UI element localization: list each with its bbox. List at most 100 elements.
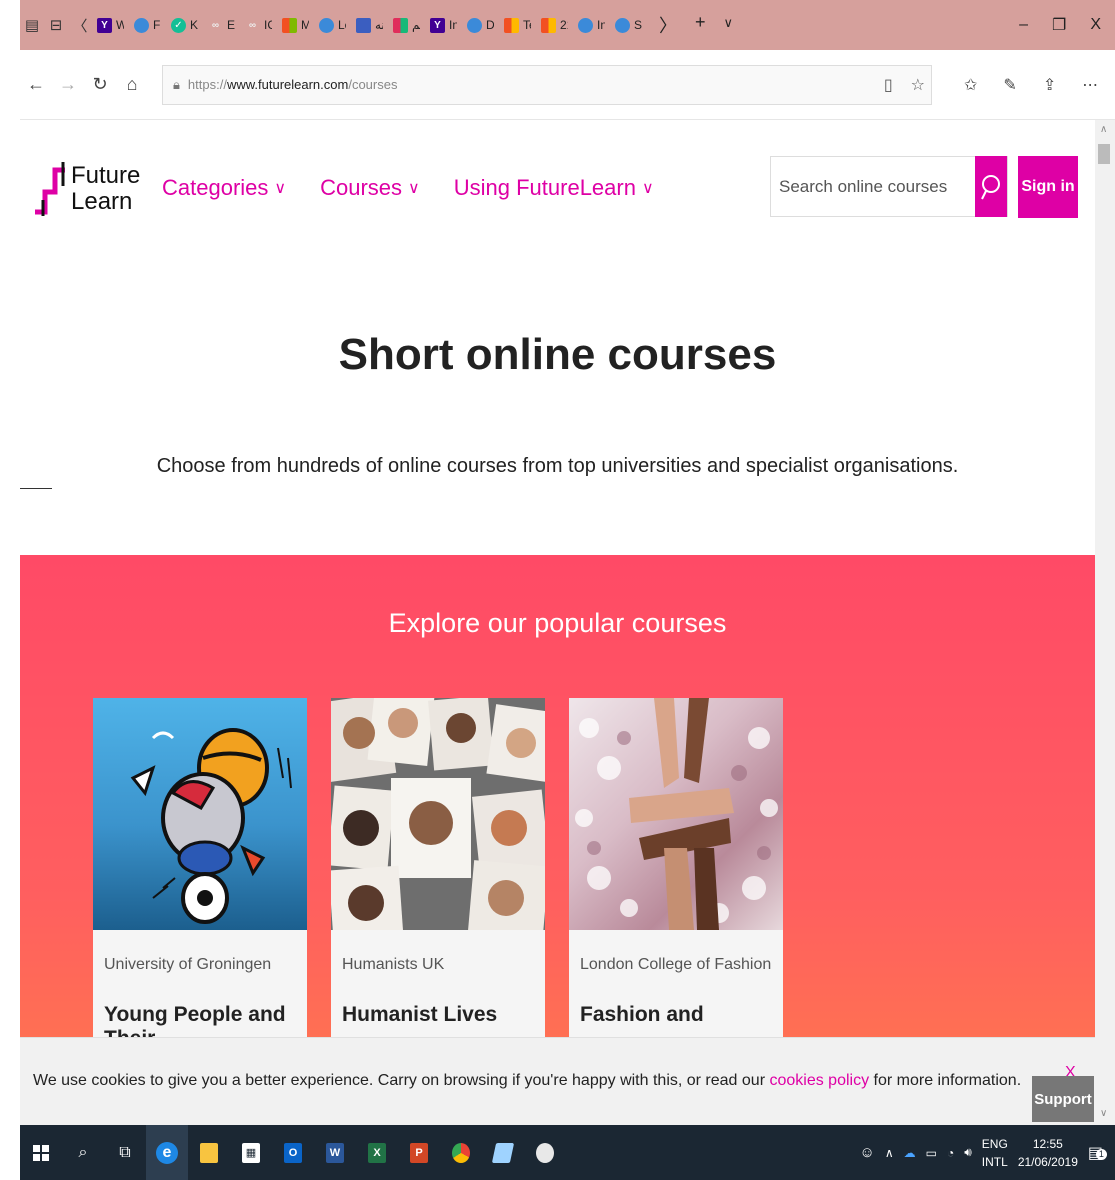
minimize-icon[interactable]: – <box>1019 16 1028 34</box>
address-bar: ← → ↻ ⌂ 🔒︎ https://www.futurelearn.com/c… <box>20 50 1115 120</box>
file-explorer-icon[interactable] <box>188 1125 230 1180</box>
show-hidden-icons-icon[interactable]: ∧ <box>885 1146 894 1160</box>
cookies-policy-link[interactable]: cookies policy <box>769 1072 869 1089</box>
reading-view-icon[interactable]: ▯ <box>884 75 893 95</box>
sign-in-button[interactable]: Sign in <box>1018 156 1078 218</box>
browser-tab[interactable]: Free <box>129 0 166 50</box>
excel-icon[interactable]: X <box>356 1125 398 1180</box>
volume-icon[interactable]: 🔊︎ <box>964 1145 972 1160</box>
favorite-star-icon[interactable]: ☆ <box>911 75 925 95</box>
logo-text: Future Learn <box>71 163 140 215</box>
main-nav: Categories ∨ Courses ∨ Using FutureLearn ∨ <box>162 175 654 201</box>
globe-icon <box>578 17 593 33</box>
forward-icon[interactable]: → <box>52 74 84 95</box>
favorites-hub-icon[interactable]: ✩ <box>964 75 977 95</box>
scroll-tabs-left-icon[interactable]: 〈 <box>68 15 92 36</box>
search-input[interactable] <box>771 157 976 216</box>
tab-manager-icon[interactable]: ▤ <box>20 16 44 34</box>
nav-courses[interactable]: Courses ∨ <box>320 175 420 201</box>
scroll-tabs-right-icon[interactable]: 〉 <box>659 12 677 38</box>
windows-start-icon[interactable] <box>20 1125 62 1180</box>
clock-time: 12:55 <box>1032 1136 1063 1151</box>
screen: ▤ ⊟ 〈 YWel Free ✓Kha ∞Edu ∞ICT Mic Lear … <box>0 0 1115 1180</box>
section-heading: Explore our popular courses <box>388 608 727 638</box>
scroll-down-icon[interactable]: ∨ <box>1100 1108 1107 1119</box>
support-button[interactable]: Support <box>1032 1076 1094 1122</box>
browser-tab[interactable]: 21st <box>536 0 573 50</box>
close-window-icon[interactable]: X <box>1090 16 1101 34</box>
notepad-icon[interactable] <box>482 1125 524 1180</box>
browser-tab[interactable]: منه <box>351 0 388 50</box>
clock[interactable]: 12:55 21/06/2019 <box>1018 1135 1078 1171</box>
browser-tab[interactable]: YIntr <box>425 0 462 50</box>
browser-tab[interactable]: Sum <box>610 0 647 50</box>
browser-tab[interactable]: YWel <box>92 0 129 50</box>
store-icon[interactable]: ▦ <box>230 1125 272 1180</box>
nav-label: Courses <box>320 175 403 200</box>
globe-icon <box>467 17 482 33</box>
web-page: Future Learn Categories ∨ Courses ∨ Using … <box>20 120 1095 1125</box>
notifications-icon[interactable]: ▤1 <box>1088 1143 1107 1163</box>
task-view-icon[interactable]: ⧉ <box>104 1125 146 1180</box>
browser-tab[interactable]: ∞Edu <box>203 0 240 50</box>
nav-categories[interactable]: Categories ∨ <box>162 175 286 201</box>
nav-using-futurelearn[interactable]: Using FutureLearn ∨ <box>454 175 654 201</box>
page-scrollbar[interactable]: ∧ ∨ <box>1095 120 1115 1125</box>
url-field[interactable]: 🔒︎ https://www.futurelearn.com/courses ▯… <box>162 64 932 105</box>
search-icon[interactable]: ⌕ <box>62 1125 104 1180</box>
word-icon[interactable]: W <box>314 1125 356 1180</box>
browser-tab[interactable]: Inclu <box>573 0 610 50</box>
infinity-icon: ∞ <box>248 19 257 31</box>
url-host: www.futurelearn.com <box>226 77 349 92</box>
nav-label: Using FutureLearn <box>453 175 636 200</box>
edge-icon[interactable]: e <box>146 1125 188 1180</box>
course-provider: University of Groningen <box>104 956 272 973</box>
browser-tab[interactable]: Lear <box>314 0 351 50</box>
chrome-icon[interactable] <box>440 1125 482 1180</box>
powerpoint-icon[interactable]: P <box>398 1125 440 1180</box>
course-title: Fashion and <box>580 1003 704 1026</box>
course-image <box>331 698 545 930</box>
cookie-banner: We use cookies to give you a better expe… <box>20 1037 1095 1125</box>
browser-tab[interactable]: ✓Kha <box>166 0 203 50</box>
browser-tab[interactable]: Teac <box>499 0 536 50</box>
microsoft-icon <box>504 17 519 33</box>
share-icon[interactable]: ⇪ <box>1043 75 1056 95</box>
set-aside-tabs-icon[interactable]: ⊟ <box>44 16 68 34</box>
home-icon[interactable]: ⌂ <box>116 74 148 95</box>
khan-icon: ✓ <box>171 17 186 33</box>
input-language[interactable]: ENG INTL <box>982 1135 1008 1171</box>
nav-label: Categories <box>162 175 269 200</box>
tab-preview-chevron-icon[interactable]: ∨ <box>724 12 734 38</box>
notification-count: 1 <box>1095 1148 1107 1160</box>
site-header: Future Learn Categories ∨ Courses ∨ Using … <box>20 120 1095 250</box>
battery-icon[interactable]: ▭ <box>926 1146 937 1160</box>
people-icon[interactable]: ☺ <box>860 1144 875 1161</box>
onedrive-icon[interactable]: ☁ <box>904 1146 916 1160</box>
paint-icon[interactable] <box>524 1125 566 1180</box>
refresh-icon[interactable]: ↻ <box>84 74 116 95</box>
new-tab-icon[interactable]: + <box>695 12 706 38</box>
outlook-icon[interactable]: O <box>272 1125 314 1180</box>
chevron-down-icon: ∨ <box>274 180 287 197</box>
scrollbar-thumb[interactable] <box>1098 144 1110 164</box>
search-button[interactable] <box>975 156 1007 217</box>
wifi-icon[interactable]: ◔ <box>947 1146 954 1160</box>
microsoft-icon <box>541 17 556 33</box>
browser-tab[interactable]: ∞ICT <box>240 0 277 50</box>
search-box <box>770 156 1008 217</box>
more-icon[interactable]: ⋯ <box>1082 75 1098 95</box>
app-icon <box>393 17 408 33</box>
cookie-text: We use cookies to give you a better expe… <box>33 1072 770 1089</box>
browser-tab[interactable]: Disc <box>462 0 499 50</box>
logo-steps-icon <box>35 162 65 216</box>
scroll-up-icon[interactable]: ∧ <box>1100 124 1107 135</box>
browser-tab[interactable]: الم <box>388 0 425 50</box>
browser-tab[interactable]: Mic <box>277 0 314 50</box>
restore-icon[interactable]: ❐ <box>1052 15 1066 35</box>
back-icon[interactable]: ← <box>20 74 52 95</box>
course-image <box>569 698 783 930</box>
globe-icon <box>615 17 630 33</box>
pen-icon[interactable]: ✎ <box>1003 75 1016 95</box>
futurelearn-logo[interactable]: Future Learn <box>33 160 140 218</box>
